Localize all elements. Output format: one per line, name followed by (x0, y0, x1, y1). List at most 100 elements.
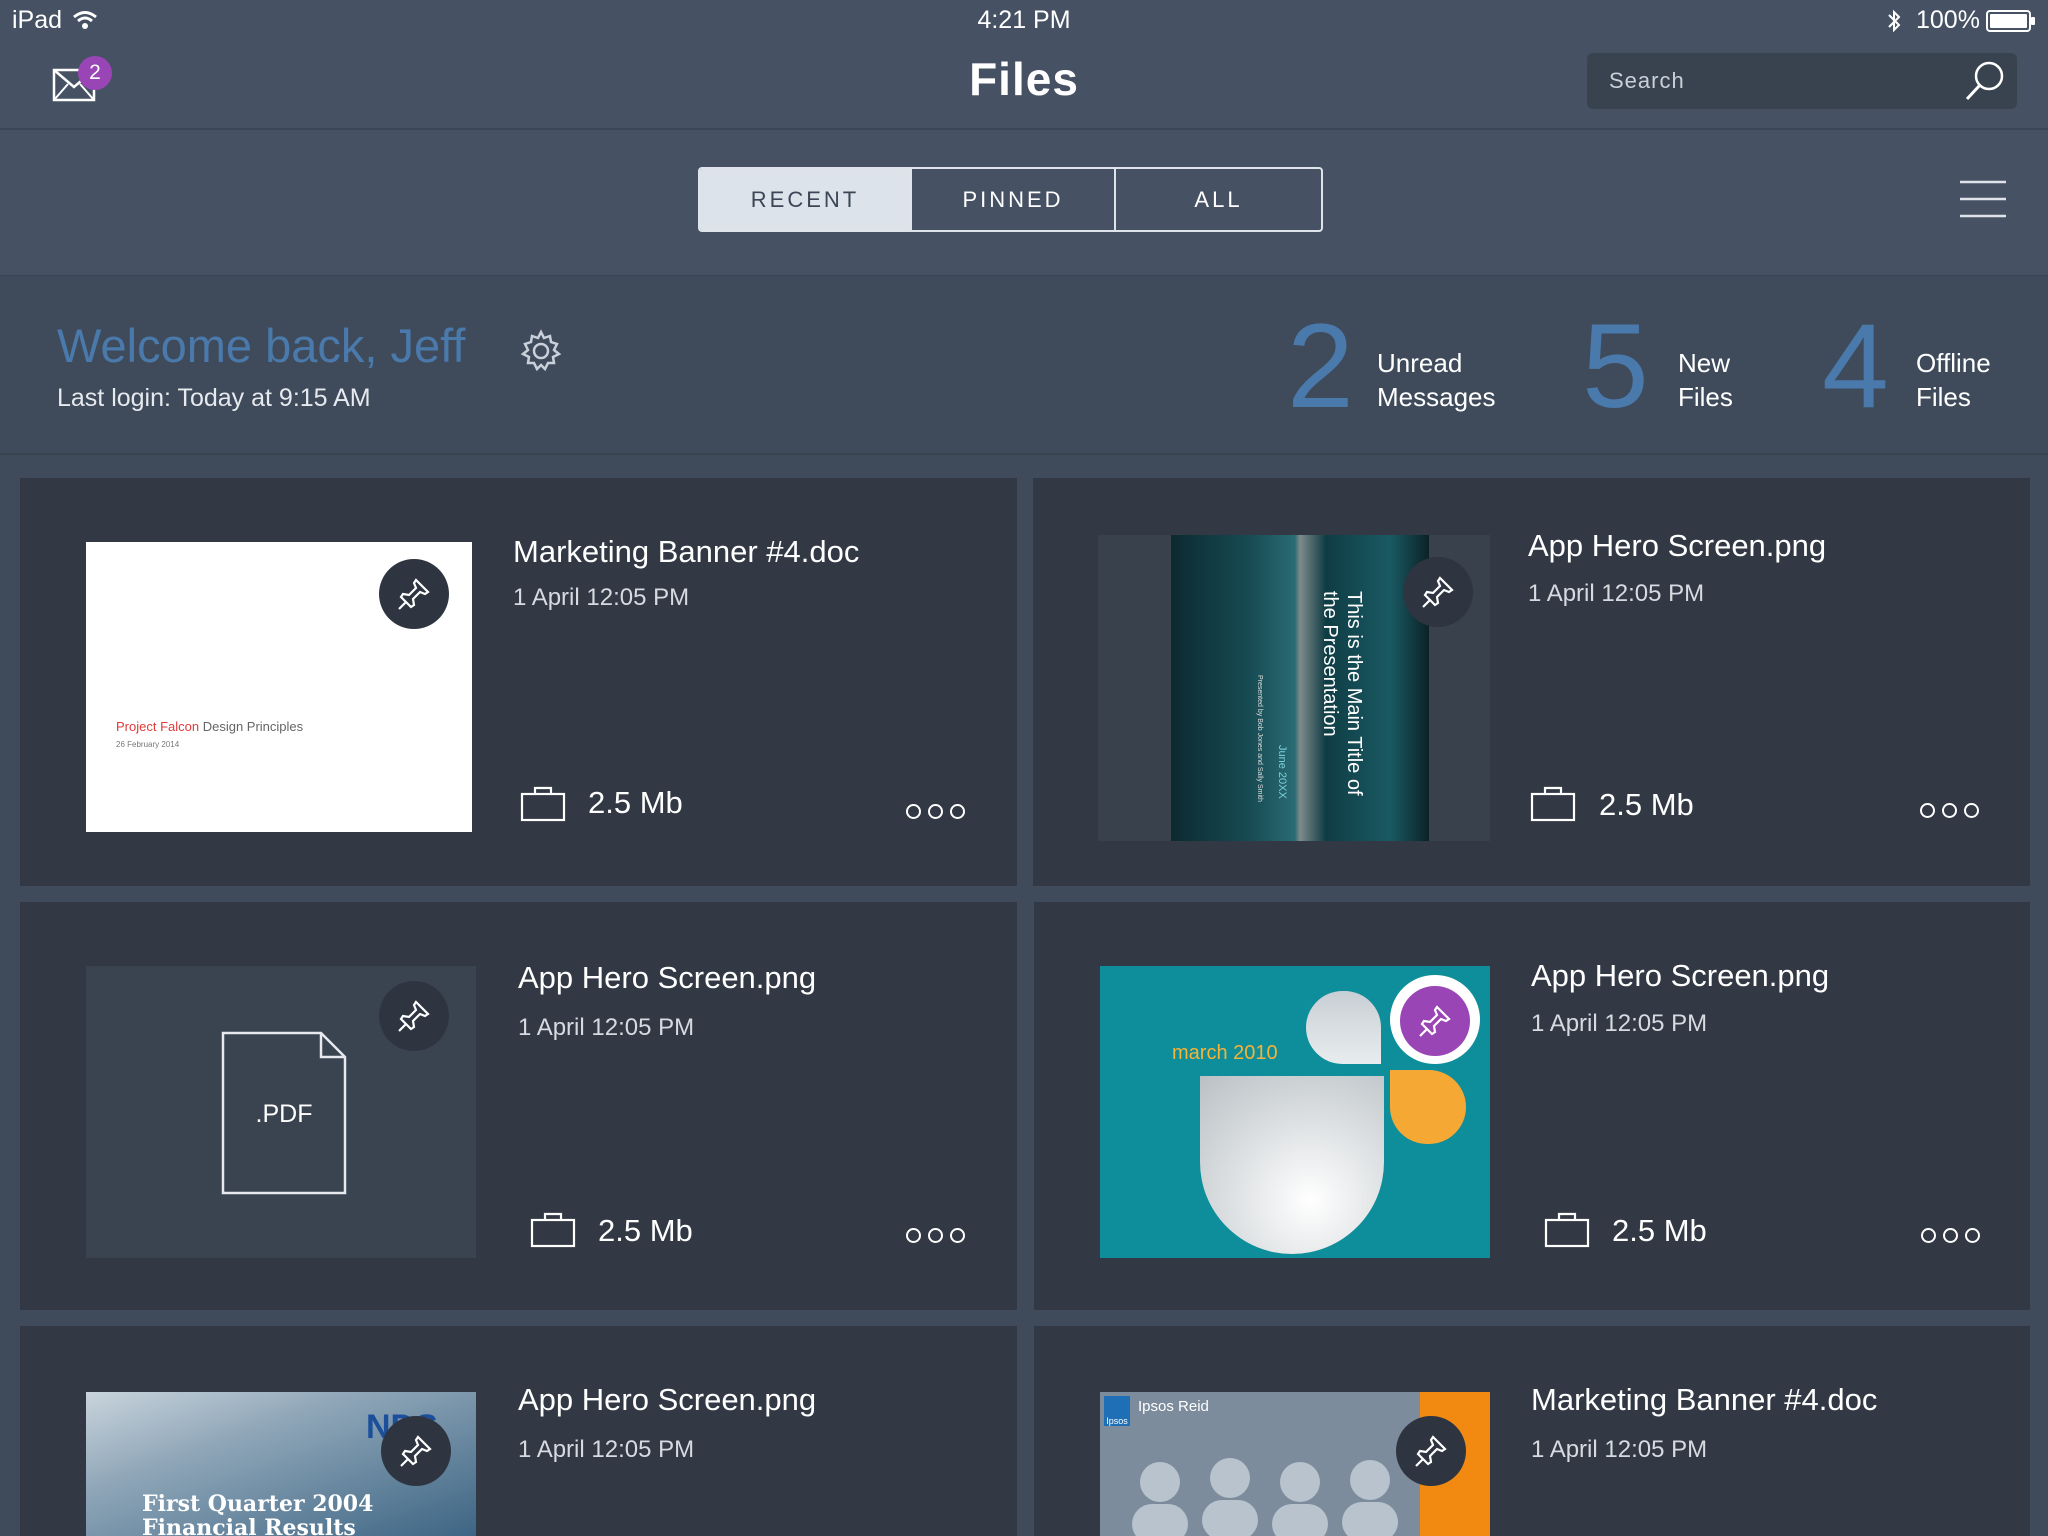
search-icon[interactable] (1963, 59, 2007, 103)
menu-icon[interactable] (1960, 180, 2006, 218)
stat-number: 4 (1822, 299, 1889, 433)
more-options-button[interactable] (1920, 803, 1979, 818)
stat-label: Unread Messages (1377, 346, 1496, 414)
stat-label-line: Unread (1377, 348, 1463, 378)
stat-label-line: New (1678, 348, 1731, 378)
file-card[interactable]: .PDF App Hero Screen.png 1 April 12:05 P… (20, 902, 1017, 1310)
pin-button[interactable] (379, 981, 449, 1051)
pin-icon (1419, 1005, 1451, 1037)
thumb-financial-line: Financial Results (142, 1515, 356, 1536)
thumb-people-silhouettes (1132, 1458, 1398, 1536)
file-size: 2.5 Mb (588, 785, 683, 820)
thumb-pearls-shape (1200, 1076, 1384, 1254)
thumb-doc-title: Project Falcon Design Principles (116, 719, 303, 734)
more-options-button[interactable] (906, 804, 965, 819)
dot (1942, 803, 1957, 818)
dot (928, 1228, 943, 1243)
tab-recent[interactable]: RECENT (700, 169, 912, 230)
file-date: 1 April 12:05 PM (1528, 580, 1705, 607)
pdf-thumbnail[interactable]: .PDF (86, 966, 476, 1258)
stat-label-line: Files (1916, 382, 1971, 412)
presentation-slide (1171, 535, 1429, 841)
dot (1943, 1228, 1958, 1243)
top-header: iPad 4:21 PM 100% 2 Files (0, 0, 2048, 130)
more-options-button[interactable] (1921, 1228, 1980, 1243)
ipsos-thumbnail[interactable]: Ipsos Ipsos Reid (1100, 1392, 1490, 1536)
file-card[interactable]: Project Falcon Design Principles 26 Febr… (20, 478, 1017, 886)
file-card[interactable]: NDS First Quarter 2004 Financial Results… (20, 1326, 1017, 1536)
report-thumbnail[interactable]: march 2010 (1100, 966, 1490, 1258)
pin-button-active[interactable] (1400, 986, 1470, 1056)
file-date: 1 April 12:05 PM (518, 1436, 695, 1463)
thumb-financial-line: First Quarter 2004 (142, 1491, 374, 1517)
doc-thumbnail[interactable]: Project Falcon Design Principles 26 Febr… (86, 542, 472, 832)
file-size: 2.5 Mb (598, 1213, 693, 1248)
thumb-doc-date: 26 February 2014 (116, 740, 180, 749)
file-title[interactable]: App Hero Screen.png (1528, 528, 1826, 564)
dot (950, 804, 965, 819)
stat-number: 2 (1287, 299, 1354, 433)
clock: 4:21 PM (977, 6, 1071, 34)
thumb-doc-title-grey: Design Principles (199, 719, 304, 734)
dot (1964, 803, 1979, 818)
dot (928, 804, 943, 819)
last-login: Last login: Today at 9:15 AM (57, 384, 371, 412)
file-card[interactable]: This is the Main Title of the Presentati… (1033, 478, 2030, 886)
pin-button[interactable] (381, 1416, 451, 1486)
file-card[interactable]: march 2010 App Hero Screen.png 1 April 1… (1034, 902, 2030, 1310)
welcome-greeting: Welcome back, Jeff (57, 319, 466, 372)
tabs-band: RECENT PINNED ALL (0, 130, 2048, 275)
battery-percent: 100% (1916, 6, 1980, 34)
file-title[interactable]: App Hero Screen.png (1531, 958, 1829, 994)
thumb-presentation-title: This is the Main Title of the Presentati… (1319, 591, 1365, 796)
briefcase-icon (520, 786, 566, 822)
file-date: 1 April 12:05 PM (513, 584, 690, 611)
pin-button[interactable] (1403, 557, 1473, 627)
settings-gear-icon[interactable] (518, 328, 564, 374)
dot (906, 804, 921, 819)
file-card[interactable]: Ipsos Ipsos Reid Marketing Banner #4.doc… (1034, 1326, 2030, 1536)
more-options-button[interactable] (906, 1228, 965, 1243)
dot (950, 1228, 965, 1243)
pin-icon (398, 1000, 430, 1032)
dot (1965, 1228, 1980, 1243)
thumb-presentation-date: June 20XX (1276, 745, 1288, 799)
pin-button[interactable] (1396, 1416, 1466, 1486)
file-title[interactable]: App Hero Screen.png (518, 1382, 816, 1418)
thumb-orange-shape (1390, 1070, 1466, 1144)
briefcase-icon (530, 1212, 576, 1248)
thumb-rock-shape (1306, 991, 1381, 1064)
thumb-report-label: march 2010 (1172, 1042, 1278, 1064)
search-box[interactable] (1587, 53, 2017, 109)
stat-label-line: Offline (1916, 348, 1991, 378)
file-size: 2.5 Mb (1599, 787, 1694, 822)
file-title[interactable]: Marketing Banner #4.doc (513, 534, 859, 570)
segmented-tabs: RECENT PINNED ALL (698, 167, 1323, 232)
file-size: 2.5 Mb (1612, 1213, 1707, 1248)
thumb-presentation-presenters: Presented by Bob Jones and Sally Smith (1256, 675, 1263, 802)
dot (1921, 1228, 1936, 1243)
welcome-band: Welcome back, Jeff Last login: Today at … (0, 275, 2048, 455)
financial-thumbnail[interactable]: NDS First Quarter 2004 Financial Results (86, 1392, 476, 1536)
search-input[interactable] (1587, 53, 1947, 109)
dot (1920, 803, 1935, 818)
stat-label-line: Messages (1377, 382, 1496, 412)
thumb-ipsos-brand: Ipsos Reid (1138, 1398, 1209, 1415)
file-title[interactable]: Marketing Banner #4.doc (1531, 1382, 1877, 1418)
stat-label: Offline Files (1916, 346, 1991, 414)
pin-button[interactable] (379, 559, 449, 629)
briefcase-icon (1530, 786, 1576, 822)
thumb-financial-title: First Quarter 2004 Financial Results (142, 1492, 373, 1536)
thumb-ipsos-mark: Ipsos (1104, 1396, 1130, 1426)
dot (906, 1228, 921, 1243)
stat-label: New Files (1678, 346, 1733, 414)
tab-all[interactable]: ALL (1116, 169, 1321, 230)
tab-pinned[interactable]: PINNED (912, 169, 1116, 230)
thumb-doc-title-red: Project Falcon (116, 719, 200, 734)
pdf-label: .PDF (255, 1100, 313, 1128)
briefcase-icon (1544, 1212, 1590, 1248)
file-date: 1 April 12:05 PM (1531, 1436, 1708, 1463)
presentation-thumbnail[interactable]: This is the Main Title of the Presentati… (1098, 535, 1490, 841)
pin-icon (1422, 576, 1454, 608)
file-title[interactable]: App Hero Screen.png (518, 960, 816, 996)
